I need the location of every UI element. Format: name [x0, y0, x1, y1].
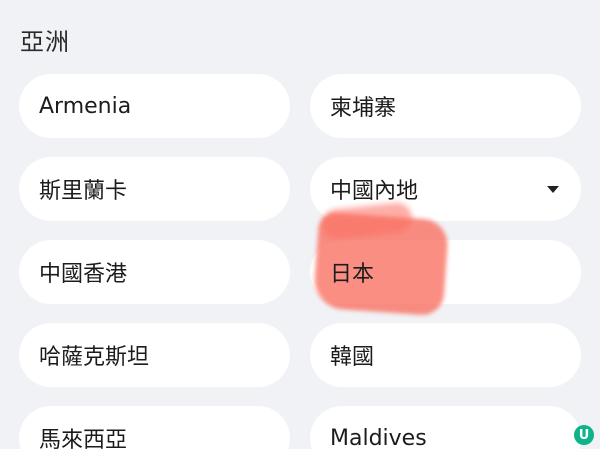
dropdown-caret-icon[interactable]: [547, 186, 559, 193]
watermark: U: [574, 425, 594, 445]
country-label: 日本: [330, 262, 375, 287]
country-label: 哈薩克斯坦: [39, 345, 150, 370]
country-label: 中國內地: [330, 179, 419, 204]
country-label: 馬來西亞: [39, 428, 128, 449]
u-logo-icon: U: [574, 425, 594, 445]
country-label: 斯里蘭卡: [39, 179, 128, 204]
country-label: Armenia: [39, 93, 132, 119]
screen: 亞洲 Armenia 柬埔寨 斯里蘭卡 中國內地 中國香港 日本 哈薩克斯坦 韓…: [0, 0, 600, 449]
region-title: 亞洲: [20, 28, 70, 56]
country-label: 柬埔寨: [330, 96, 397, 121]
country-chip-korea[interactable]: 韓國: [310, 323, 581, 387]
country-grid: Armenia 柬埔寨 斯里蘭卡 中國內地 中國香港 日本 哈薩克斯坦 韓國 馬…: [19, 74, 581, 449]
country-label: Maldives: [330, 425, 427, 449]
country-chip-malaysia[interactable]: 馬來西亞: [19, 406, 290, 449]
country-chip-sri-lanka[interactable]: 斯里蘭卡: [19, 157, 290, 221]
country-chip-hong-kong[interactable]: 中國香港: [19, 240, 290, 304]
country-chip-armenia[interactable]: Armenia: [19, 74, 290, 138]
country-label: 韓國: [330, 345, 375, 370]
country-label: 中國香港: [39, 262, 128, 287]
country-chip-kazakhstan[interactable]: 哈薩克斯坦: [19, 323, 290, 387]
country-chip-japan[interactable]: 日本: [310, 201, 581, 317]
country-chip-maldives[interactable]: Maldives: [310, 406, 581, 449]
country-chip-cambodia[interactable]: 柬埔寨: [310, 74, 581, 138]
